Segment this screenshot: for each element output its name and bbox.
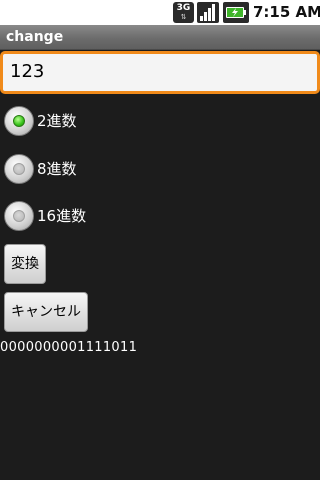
radio-label: 16進数 <box>37 207 87 225</box>
clock-time: 7:15 AM <box>253 3 320 21</box>
radio-label: 8進数 <box>37 160 77 178</box>
battery-charging-icon <box>223 2 249 23</box>
app-title: change <box>6 29 64 45</box>
radio-checked-indicator-icon <box>13 115 25 127</box>
radio-label: 2進数 <box>37 112 77 130</box>
number-input[interactable]: 123 <box>0 51 320 94</box>
title-bar: change <box>0 25 320 50</box>
signal-icon <box>197 2 219 23</box>
status-bar: 3G ⇅ 7:15 AM <box>0 0 320 25</box>
radio-binary[interactable]: 2進数 <box>4 104 204 140</box>
3g-icon: 3G ⇅ <box>173 2 194 23</box>
radio-button-icon <box>4 106 34 136</box>
radio-button-icon <box>4 201 34 231</box>
convert-button[interactable]: 変換 <box>4 244 46 284</box>
result-text: 0000000001111011 <box>0 340 138 355</box>
radio-hexadecimal[interactable]: 16進数 <box>4 199 204 235</box>
radio-button-icon <box>4 154 34 184</box>
screen: 3G ⇅ 7:15 AM change 123 2進数 8進数 16進数 変換 … <box>0 0 320 480</box>
number-input-value: 123 <box>10 61 45 82</box>
network-type-label: 3G <box>176 3 191 13</box>
data-arrows-icon: ⇅ <box>180 13 187 21</box>
radio-octal[interactable]: 8進数 <box>4 152 204 188</box>
radio-unchecked-indicator-icon <box>13 163 25 175</box>
radio-unchecked-indicator-icon <box>13 210 25 222</box>
cancel-button[interactable]: キャンセル <box>4 292 88 332</box>
